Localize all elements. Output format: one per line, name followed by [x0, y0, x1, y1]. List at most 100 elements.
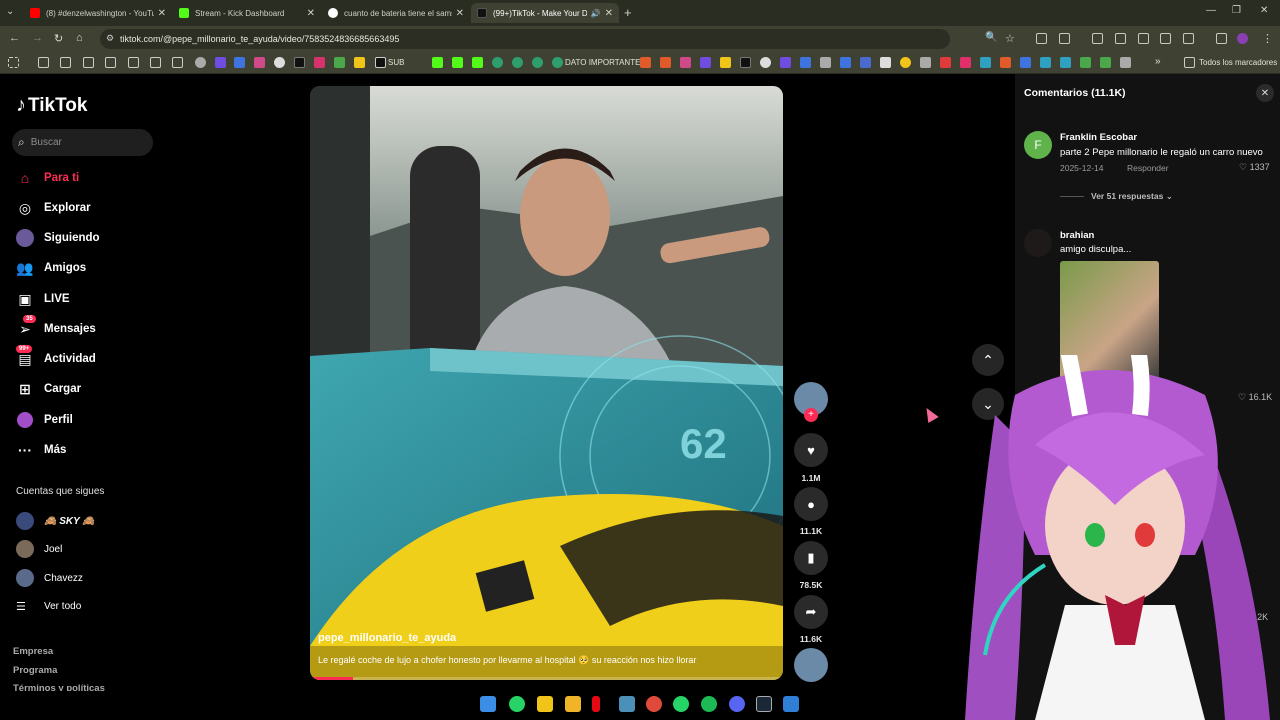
- sub-bookmark-icon[interactable]: [375, 57, 386, 68]
- tab-tiktok[interactable]: (99+)TikTok - Make Your Da 🔊 ✕: [471, 3, 619, 23]
- netflix-icon[interactable]: [592, 696, 600, 712]
- bookmark-icon[interactable]: [860, 57, 871, 68]
- windows-start-icon[interactable]: [480, 696, 496, 712]
- see-all-following[interactable]: ☰ Ver todo: [16, 600, 81, 613]
- bookmark-icon[interactable]: [274, 57, 285, 68]
- download-icon[interactable]: [1138, 33, 1149, 44]
- bookmark-icon[interactable]: [512, 57, 523, 68]
- sidepanel-icon[interactable]: [1183, 33, 1194, 44]
- bookmark-icon[interactable]: [640, 57, 651, 68]
- profile-avatar[interactable]: [1237, 33, 1248, 44]
- bookmark-icon[interactable]: [532, 57, 543, 68]
- video-author[interactable]: pepe_millonario_te_ayuda: [318, 632, 456, 644]
- kick-icon[interactable]: [472, 57, 483, 68]
- comment-author[interactable]: brahian: [1060, 230, 1094, 241]
- bookmark-icon[interactable]: [1120, 57, 1131, 68]
- footer-link[interactable]: Empresa: [13, 646, 53, 657]
- tab-google[interactable]: cuanto de bateria tiene el sams ✕: [322, 3, 470, 23]
- close-icon[interactable]: ✕: [456, 8, 464, 19]
- bookmark-icon[interactable]: [980, 57, 991, 68]
- bookmark-icon[interactable]: [720, 57, 731, 68]
- avatar[interactable]: F: [1024, 131, 1052, 159]
- folder-icon[interactable]: [1184, 57, 1195, 68]
- url-field[interactable]: ⚙ tiktok.com/@pepe_millonario_te_ayuda/v…: [100, 29, 950, 49]
- bookmark-icon[interactable]: [760, 57, 771, 68]
- tab-kick[interactable]: Stream - Kick Dashboard ✕: [173, 3, 321, 23]
- sub-bookmark[interactable]: SUB: [388, 58, 404, 67]
- puzzle-icon[interactable]: [1059, 33, 1070, 44]
- reading-list-icon[interactable]: [1115, 33, 1126, 44]
- bookmark-icon[interactable]: [1060, 57, 1071, 68]
- folder-icon[interactable]: [60, 57, 71, 68]
- folder-icon[interactable]: [150, 57, 161, 68]
- bookmark-icon[interactable]: [492, 57, 503, 68]
- bookmark-icon[interactable]: [800, 57, 811, 68]
- view-replies-button[interactable]: Ver 51 respuestas ⌄: [1091, 191, 1173, 202]
- following-account[interactable]: Chavezz: [16, 569, 83, 587]
- bookmark-icon[interactable]: [1020, 57, 1031, 68]
- footer-link[interactable]: Programa: [13, 665, 57, 676]
- dato-importante-bookmark[interactable]: DATO IMPORTANTE: [565, 58, 640, 67]
- folder-icon[interactable]: [172, 57, 183, 68]
- nav-actividad[interactable]: ▤ Actividad 99+: [16, 345, 166, 371]
- bookmark-icon[interactable]: [215, 57, 226, 68]
- bookmark-icon[interactable]: [195, 57, 206, 68]
- reload-icon[interactable]: ↻: [54, 32, 63, 45]
- discord-icon[interactable]: [729, 696, 745, 712]
- explorer-icon[interactable]: [565, 696, 581, 712]
- document-icon[interactable]: [783, 696, 799, 712]
- bookmark-icon[interactable]: [960, 57, 971, 68]
- like-button[interactable]: ♥: [794, 433, 828, 467]
- mute-icon[interactable]: 🔊: [591, 9, 601, 18]
- comment-author[interactable]: Franklin Escobar: [1060, 132, 1137, 143]
- video-progress-bar[interactable]: [310, 677, 783, 680]
- more-bookmarks-chevron[interactable]: »: [1155, 56, 1161, 67]
- whatsapp-icon[interactable]: [673, 696, 689, 712]
- nav-mas[interactable]: ··· Más: [16, 438, 166, 462]
- folder-icon[interactable]: [38, 57, 49, 68]
- minimize-button[interactable]: —: [1206, 5, 1216, 16]
- folder-icon[interactable]: [128, 57, 139, 68]
- bookmark-icon[interactable]: [680, 57, 691, 68]
- follow-plus-icon[interactable]: +: [804, 408, 818, 422]
- notes-icon[interactable]: [537, 696, 553, 712]
- close-icon[interactable]: ✕: [307, 8, 315, 19]
- whatsapp-icon[interactable]: [509, 696, 525, 712]
- bookmark-icon[interactable]: [920, 57, 931, 68]
- back-icon[interactable]: ←: [9, 32, 20, 44]
- comment-like[interactable]: ♡ 1337: [1239, 162, 1270, 173]
- bookmark-icon[interactable]: [354, 57, 365, 68]
- bookmark-star-icon[interactable]: ☆: [1005, 32, 1015, 45]
- chrome-icon[interactable]: [646, 696, 662, 712]
- tab-list-button[interactable]: ⌄: [6, 6, 14, 17]
- bookmark-icon[interactable]: [334, 57, 345, 68]
- zoom-icon[interactable]: 🔍: [985, 32, 997, 43]
- forward-icon[interactable]: →: [32, 32, 43, 44]
- bookmark-icon[interactable]: [700, 57, 711, 68]
- new-tab-button[interactable]: +: [624, 5, 632, 20]
- dato-bookmark-icon[interactable]: [552, 57, 563, 68]
- footer-link[interactable]: Términos y políticas: [13, 683, 105, 691]
- bookmark-icon[interactable]: [820, 57, 831, 68]
- site-info-icon[interactable]: ⚙: [106, 33, 114, 44]
- search-input[interactable]: [30, 137, 131, 148]
- kick-icon[interactable]: [452, 57, 463, 68]
- spotify-icon[interactable]: [701, 696, 717, 712]
- maximize-button[interactable]: ❐: [1232, 5, 1241, 16]
- bookmark-icon[interactable]: [880, 57, 891, 68]
- bookmark-icon[interactable]: [900, 57, 911, 68]
- steam-icon[interactable]: [756, 696, 772, 712]
- sound-avatar[interactable]: [794, 648, 828, 682]
- bookmark-icon[interactable]: [1080, 57, 1091, 68]
- bookmark-icon[interactable]: [840, 57, 851, 68]
- tiktok-logo[interactable]: ♪ TikTok: [16, 94, 87, 117]
- bookmark-icon[interactable]: [940, 57, 951, 68]
- bookmark-icon[interactable]: [254, 57, 265, 68]
- nav-cargar[interactable]: ⊞ Cargar: [16, 377, 166, 401]
- following-account[interactable]: Joel: [16, 540, 62, 558]
- all-bookmarks-folder[interactable]: Todos los marcadores: [1199, 58, 1277, 67]
- nav-mensajes[interactable]: ➢ Mensajes 35: [16, 315, 166, 341]
- close-icon[interactable]: ✕: [158, 8, 166, 19]
- home-icon[interactable]: ⌂: [76, 32, 83, 44]
- app-icon[interactable]: [619, 696, 635, 712]
